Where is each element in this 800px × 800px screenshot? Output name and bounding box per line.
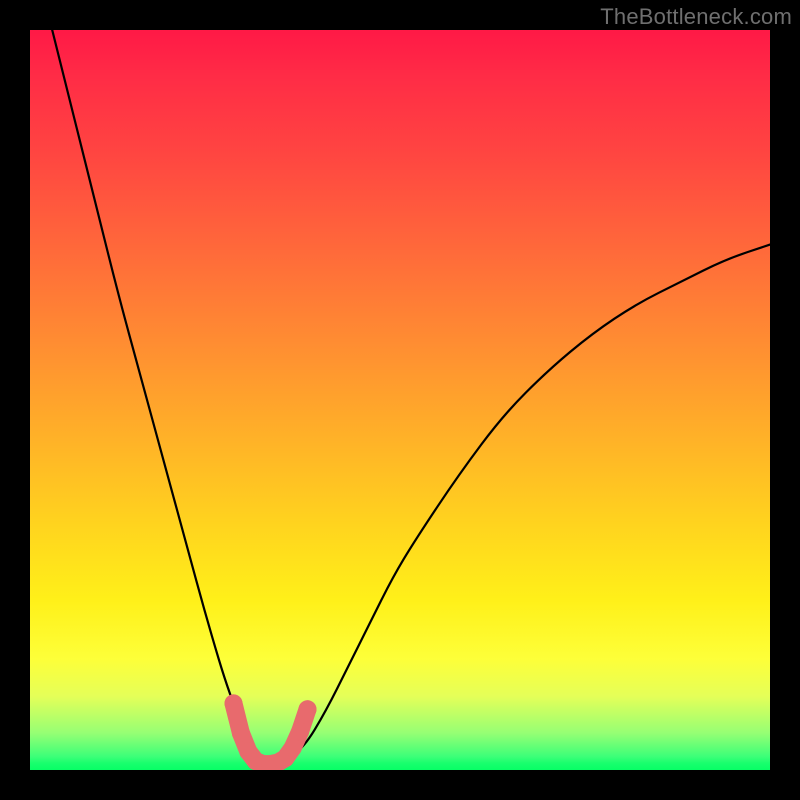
bottleneck-curve: [52, 30, 770, 763]
minimum-marker: [225, 694, 317, 770]
watermark-text: TheBottleneck.com: [600, 4, 792, 30]
plot-area: [30, 30, 770, 770]
chart-svg: [30, 30, 770, 770]
chart-frame: TheBottleneck.com: [0, 0, 800, 800]
